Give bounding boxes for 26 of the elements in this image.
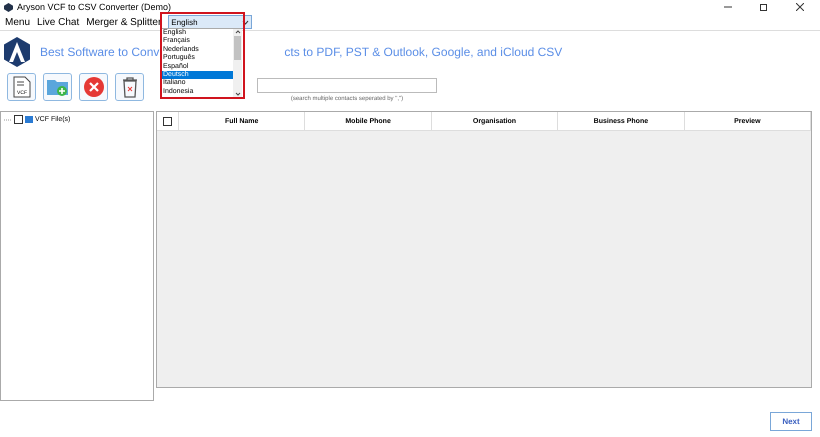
delete-icon [82,76,104,98]
folder-add-icon [46,77,70,97]
next-button[interactable]: Next [770,412,812,431]
app-logo-icon [4,37,30,67]
folder-icon [25,116,33,123]
select-all-checkbox[interactable] [163,116,172,126]
tree-line-icon [4,116,12,122]
menu-item[interactable]: Menu [5,16,30,28]
trash-icon [120,76,138,98]
scroll-up-icon[interactable] [234,29,240,34]
maximize-icon[interactable] [760,3,768,11]
app-logo-icon [4,2,13,12]
heading-text: Best Software to Conv [40,45,160,59]
chevron-down-icon [242,20,250,24]
checkbox[interactable] [14,115,23,124]
toolbar-button[interactable] [79,73,108,101]
search-field[interactable] [257,78,437,93]
window-title: Aryson VCF to CSV Converter (Demo) [17,2,172,12]
scroll-down-icon[interactable] [234,92,240,97]
scrollbar[interactable] [233,29,242,97]
menu-item[interactable]: Merger & Splitter [86,16,162,28]
toolbar-button[interactable] [115,73,144,101]
language-dropdown[interactable]: English [168,15,252,29]
menu-item[interactable]: Live Chat [37,16,80,28]
close-icon[interactable] [796,3,804,11]
heading-text: cts to PDF, PST & Outlook, Google, and iCloud CSV [284,45,562,59]
